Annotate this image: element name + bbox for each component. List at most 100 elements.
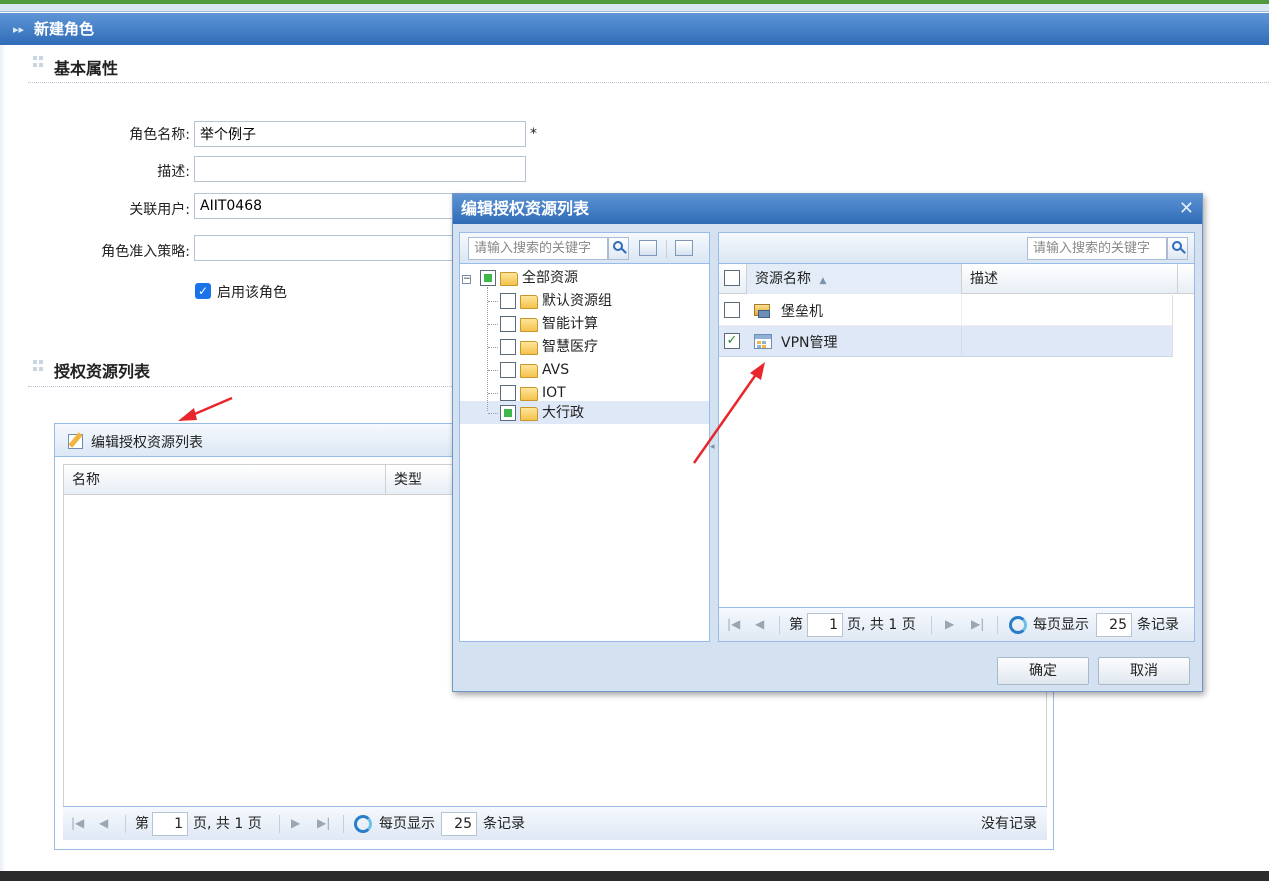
folder-icon — [520, 360, 539, 378]
tree-node-label: IOT — [542, 385, 566, 401]
tree-checkbox[interactable] — [500, 405, 516, 421]
col-resource-name-label: 资源名称 — [755, 271, 811, 287]
window-titlebar: ▸▸ 新建角色 — [0, 13, 1269, 45]
col-type[interactable]: 类型 — [386, 465, 456, 495]
tree-toolbar: 请输入搜索的关键字 — [460, 233, 709, 264]
bastion-host-icon — [754, 302, 772, 319]
resource-row-selected[interactable]: ✓ VPN管理 — [719, 326, 1172, 357]
page-number-input[interactable]: 1 — [807, 613, 843, 637]
tree-checkbox[interactable] — [500, 362, 516, 378]
toolbar-separator — [666, 240, 667, 258]
section-divider — [28, 82, 1269, 83]
role-name-label: 角色名称: — [129, 127, 190, 143]
per-page-suffix: 条记录 — [1137, 617, 1179, 633]
select-all-checkbox[interactable] — [724, 270, 740, 286]
next-page-icon[interactable]: ▶ — [945, 617, 954, 631]
desc-input[interactable] — [194, 156, 526, 182]
dialog-title: 编辑授权资源列表 — [461, 199, 590, 218]
ok-button[interactable]: 确定 — [997, 657, 1089, 685]
double-chevron-icon[interactable]: ▸▸ — [13, 14, 24, 46]
section-title-basic: 基本属性 — [54, 59, 119, 78]
first-page-icon[interactable]: |◀ — [71, 816, 84, 830]
next-page-icon[interactable]: ▶ — [291, 816, 300, 830]
page-number-input[interactable]: 1 — [152, 812, 188, 836]
section-title-auth: 授权资源列表 — [54, 362, 151, 381]
prev-page-icon[interactable]: ◀ — [755, 617, 764, 631]
enable-role-checkbox[interactable]: ✓ — [195, 283, 211, 299]
required-mark: * — [530, 126, 537, 142]
bottom-bar — [0, 871, 1269, 881]
folder-icon — [520, 403, 539, 421]
tree-search-input[interactable]: 请输入搜索的关键字 — [468, 237, 608, 260]
row-checkbox[interactable] — [724, 302, 740, 318]
expand-all-icon[interactable] — [639, 240, 657, 256]
tree-node-label: AVS — [542, 362, 570, 378]
grid-search-input[interactable]: 请输入搜索的关键字 — [1027, 237, 1167, 260]
folder-icon — [500, 268, 519, 286]
resource-row[interactable]: 堡垒机 — [719, 295, 1172, 326]
close-icon[interactable]: ✕ — [1179, 199, 1194, 219]
first-page-icon[interactable]: |◀ — [727, 617, 740, 631]
dialog-titlebar: 编辑授权资源列表 — [453, 194, 1202, 224]
collapse-all-icon[interactable] — [675, 240, 693, 256]
cancel-button[interactable]: 取消 — [1098, 657, 1190, 685]
select-all-col[interactable] — [719, 264, 747, 294]
col-resource-name[interactable]: 资源名称 ▲ — [747, 264, 962, 294]
pager-total: 页, 共 1 页 — [847, 617, 916, 633]
col-description[interactable]: 描述 — [962, 264, 1178, 294]
pager-separator — [779, 616, 780, 634]
role-name-input[interactable] — [194, 121, 526, 147]
top-border — [0, 4, 1269, 12]
pager-separator — [931, 616, 932, 634]
tree-checkbox[interactable] — [500, 316, 516, 332]
section-divider — [28, 386, 452, 387]
empty-message: 没有记录 — [981, 816, 1037, 832]
col-name[interactable]: 名称 — [64, 465, 386, 495]
resource-name: 堡垒机 — [781, 304, 823, 320]
folder-icon — [520, 383, 539, 401]
pager-separator — [279, 815, 280, 833]
pager-separator — [343, 815, 344, 833]
tree-node-label: 大行政 — [542, 405, 584, 421]
pager-separator — [125, 815, 126, 833]
splitter-handle[interactable]: ◂ — [710, 232, 716, 642]
auth-pager: |◀ ◀ 第 1 页, 共 1 页 ▶ ▶| 每页显示 25 条记录 没有记录 — [63, 806, 1047, 840]
section-grip-icon — [33, 56, 43, 70]
dialog-body: 请输入搜索的关键字 − 全部资源 默认资源组 智能计算 智慧医疗 AVS IOT… — [459, 232, 1196, 642]
row-checkbox-checked[interactable]: ✓ — [724, 333, 740, 349]
per-page-input[interactable]: 25 — [1096, 613, 1132, 637]
prev-page-icon[interactable]: ◀ — [99, 816, 108, 830]
search-icon[interactable] — [608, 237, 629, 260]
user-label: 关联用户: — [129, 202, 190, 218]
sort-asc-icon: ▲ — [819, 276, 827, 286]
tree-checkbox[interactable] — [500, 293, 516, 309]
tree-node-label: 全部资源 — [522, 270, 578, 286]
folder-icon — [520, 314, 539, 332]
tree-checkbox[interactable] — [500, 385, 516, 401]
refresh-icon[interactable] — [354, 815, 372, 833]
per-page-suffix: 条记录 — [483, 816, 525, 832]
policy-input[interactable] — [194, 235, 464, 261]
last-page-icon[interactable]: ▶| — [971, 617, 984, 631]
pager-prefix: 第 — [135, 816, 149, 832]
table-icon — [754, 334, 772, 349]
edit-resource-dialog: 编辑授权资源列表 ✕ 请输入搜索的关键字 − 全部资源 默认资源组 智能计算 智… — [452, 193, 1203, 692]
per-page-input[interactable]: 25 — [441, 812, 477, 836]
refresh-icon[interactable] — [1009, 616, 1027, 634]
resource-grid-header: 资源名称 ▲ 描述 — [719, 264, 1194, 294]
last-page-icon[interactable]: ▶| — [317, 816, 330, 830]
window-title: 新建角色 — [34, 20, 95, 38]
desc-label: 描述: — [157, 164, 190, 180]
tree-checkbox[interactable] — [500, 339, 516, 355]
tree-node-label: 默认资源组 — [542, 293, 612, 309]
collapse-icon[interactable]: − — [462, 275, 471, 284]
edit-resource-list-button[interactable]: 编辑授权资源列表 — [91, 432, 203, 452]
policy-label: 角色准入策略: — [101, 244, 190, 260]
user-input[interactable] — [194, 193, 464, 219]
edit-list-icon — [68, 432, 86, 450]
section-grip-icon — [33, 360, 43, 374]
tree-checkbox[interactable] — [480, 270, 496, 286]
search-icon[interactable] — [1167, 237, 1188, 260]
per-page-label: 每页显示 — [1033, 617, 1089, 633]
pager-total: 页, 共 1 页 — [193, 816, 262, 832]
